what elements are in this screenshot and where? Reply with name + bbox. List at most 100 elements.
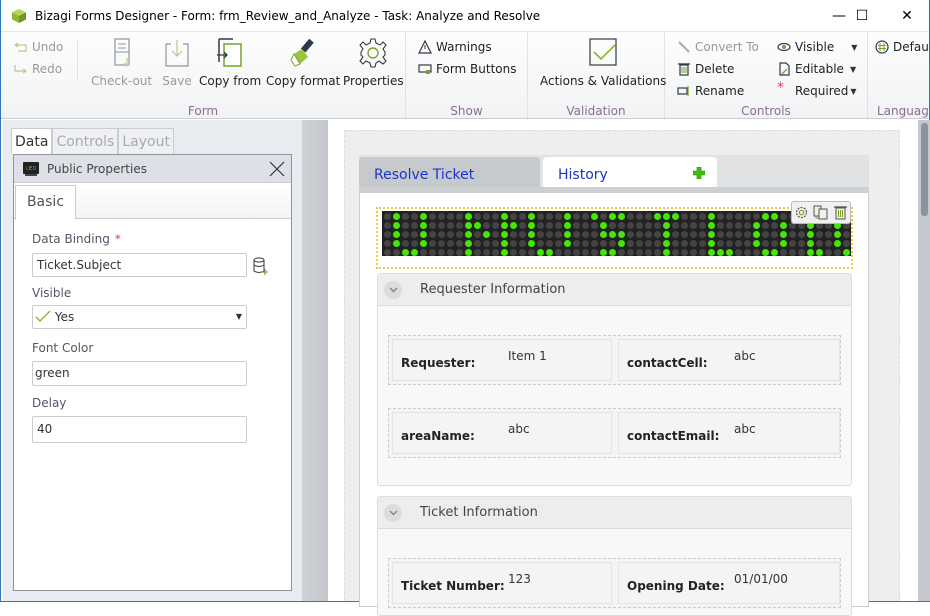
database-add-icon[interactable] xyxy=(252,257,268,275)
led-dot-off xyxy=(555,213,562,220)
led-dot-off xyxy=(645,213,652,220)
section-header[interactable]: Requester Information xyxy=(378,274,851,306)
led-dot-off xyxy=(429,213,436,220)
close-button[interactable]: ✕ xyxy=(884,0,930,31)
led-dot-off xyxy=(825,231,832,238)
language-default-button[interactable]: Default xyxy=(875,37,930,57)
led-dot-off xyxy=(492,249,499,256)
field-area-name[interactable]: areaName: abc xyxy=(392,412,612,454)
title-bar: Bizagi Forms Designer - Form: frm_Review… xyxy=(1,0,929,31)
led-dot-off xyxy=(636,240,643,247)
tab-data[interactable]: Data xyxy=(11,128,53,154)
field-value: abc xyxy=(734,422,756,436)
chevron-down-icon: ▼ xyxy=(235,312,242,321)
checkout-button[interactable]: Check-out xyxy=(91,36,152,88)
led-dot-on xyxy=(600,249,607,256)
vertical-scrollbar[interactable] xyxy=(918,120,930,601)
rename-label: Rename xyxy=(695,84,745,98)
led-dot-off xyxy=(798,240,805,247)
field-contact-email[interactable]: contactEmail: abc xyxy=(618,412,840,454)
add-tab-button[interactable] xyxy=(681,157,717,190)
led-dot-on xyxy=(708,240,715,247)
led-dot-on xyxy=(663,249,670,256)
led-dot-off xyxy=(609,222,616,229)
led-dot-on xyxy=(564,213,571,220)
led-dot-on xyxy=(393,240,400,247)
chevron-down-icon[interactable] xyxy=(384,503,402,522)
led-dot-on xyxy=(762,249,769,256)
led-dot-on xyxy=(807,231,814,238)
form-buttons-label: Form Buttons xyxy=(436,62,517,76)
tab-history[interactable]: History xyxy=(543,157,689,190)
tab-resolve-ticket[interactable]: Resolve Ticket xyxy=(359,157,540,190)
tab-layout[interactable]: Layout xyxy=(118,128,174,154)
tab-basic[interactable]: Basic xyxy=(15,185,76,220)
close-icon[interactable] xyxy=(267,159,287,179)
led-control-icon: LED xyxy=(23,161,39,176)
led-dot-on xyxy=(501,222,508,229)
led-dot-off xyxy=(843,240,850,247)
led-dot-on xyxy=(591,213,598,220)
maximize-icon: ☐ xyxy=(855,7,869,24)
led-dot-on xyxy=(771,249,778,256)
led-dot-off xyxy=(402,231,409,238)
delete-button[interactable]: Delete xyxy=(677,59,734,79)
convert-to-button[interactable]: Convert To xyxy=(677,37,759,57)
panel-splitter[interactable] xyxy=(302,120,328,601)
led-dot-on xyxy=(501,249,508,256)
delay-input[interactable]: 40 xyxy=(32,416,247,443)
actions-validations-button[interactable]: Actions & Validations xyxy=(540,36,666,88)
tab-controls[interactable]: Controls xyxy=(52,128,119,154)
led-dot-off xyxy=(519,231,526,238)
led-dot-off xyxy=(735,240,742,247)
save-button[interactable]: Save xyxy=(160,36,194,88)
led-dot-off xyxy=(411,222,418,229)
copy-icon[interactable] xyxy=(813,205,828,220)
trash-icon[interactable] xyxy=(833,205,848,220)
data-binding-input[interactable]: Ticket.Subject xyxy=(32,253,247,277)
led-display[interactable] xyxy=(382,211,851,256)
rename-button[interactable]: Rename xyxy=(677,81,744,101)
close-icon: ✕ xyxy=(901,7,913,24)
font-color-input[interactable]: green xyxy=(32,361,247,386)
led-dot-off xyxy=(537,213,544,220)
undo-button[interactable]: Undo xyxy=(14,37,63,57)
led-dot-off xyxy=(546,222,553,229)
field-ticket-number[interactable]: Ticket Number: 123 xyxy=(392,562,612,604)
field-requester[interactable]: Requester: Item 1 xyxy=(392,339,612,381)
field-contact-cell[interactable]: contactCell: abc xyxy=(618,339,840,381)
maximize-button[interactable]: ☐ xyxy=(839,0,885,31)
led-dot-off xyxy=(636,222,643,229)
field-label: contactCell: xyxy=(627,356,708,370)
warnings-button[interactable]: Warnings xyxy=(418,37,492,57)
led-dot-off xyxy=(555,222,562,229)
checkbox-check-icon xyxy=(589,38,617,66)
led-dot-off xyxy=(591,249,598,256)
chevron-down-icon[interactable] xyxy=(384,280,402,299)
section-header[interactable]: Ticket Information xyxy=(378,497,851,529)
visible-select[interactable]: Yes ▼ xyxy=(32,305,247,329)
led-dot-off xyxy=(681,249,688,256)
group-label-validation: Validation xyxy=(566,104,626,118)
led-dot-on xyxy=(717,249,724,256)
editable-dropdown[interactable]: Editable ▼ xyxy=(777,59,856,79)
form-buttons-button[interactable]: Form Buttons xyxy=(418,59,517,79)
warning-icon xyxy=(418,40,432,54)
gear-icon[interactable] xyxy=(794,205,809,220)
led-dot-off xyxy=(384,249,391,256)
led-dot-on xyxy=(420,213,427,220)
copy-from-button[interactable]: Copy from xyxy=(199,36,261,88)
scrollbar-thumb[interactable] xyxy=(921,123,928,216)
copy-format-button[interactable]: Copy format xyxy=(266,36,340,88)
visible-dropdown[interactable]: Visible ▼ xyxy=(777,37,857,57)
led-dot-off xyxy=(573,249,580,256)
led-dot-on xyxy=(528,222,535,229)
field-opening-date[interactable]: Opening Date: 01/01/00 xyxy=(618,562,840,604)
led-dot-on xyxy=(753,222,760,229)
led-dot-off xyxy=(690,249,697,256)
properties-button[interactable]: Properties xyxy=(343,36,404,88)
redo-button[interactable]: Redo xyxy=(14,59,62,79)
led-dot-off xyxy=(780,213,787,220)
form-tabs: Resolve Ticket History xyxy=(359,155,869,190)
required-dropdown[interactable]: * Required ▼ xyxy=(777,80,857,101)
